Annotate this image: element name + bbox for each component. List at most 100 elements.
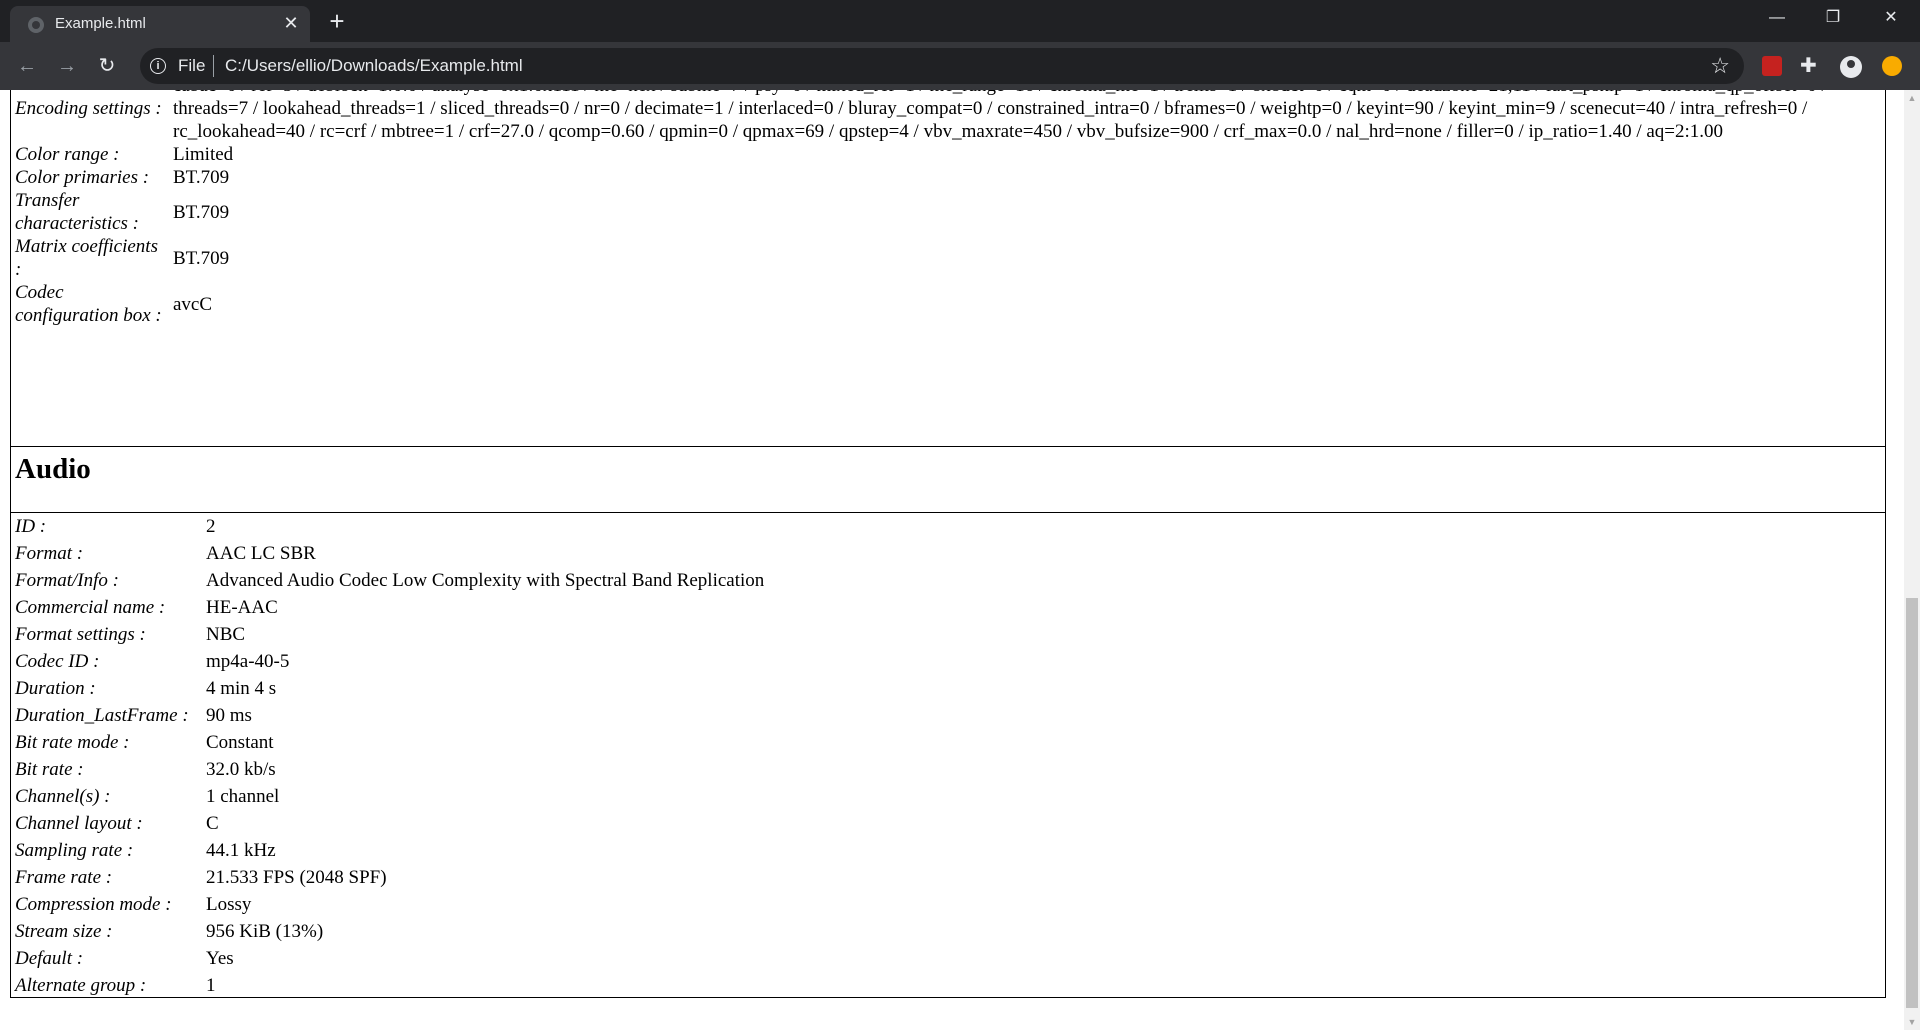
field-label: Duration_LastFrame : [15, 705, 189, 726]
field-label: Frame rate : [15, 867, 113, 888]
vertical-scrollbar[interactable]: ▲ ▼ [1904, 90, 1920, 1030]
audio-info-row: ID : 2 [12, 513, 767, 540]
field-label: Commercial name : [15, 597, 166, 618]
audio-section: Audio ID : 2 Format : AAC LC SBR Format/Info… [10, 446, 1886, 998]
field-value: Advanced Audio Codec Low Complexity with… [206, 570, 765, 591]
field-value: HE-AAC [206, 597, 278, 618]
audio-info-row: Alternate group : 1 [12, 972, 767, 999]
field-label: Matrix coefficients : [15, 236, 158, 280]
field-value: C [206, 813, 219, 834]
field-label: Channel(s) : [15, 786, 111, 807]
field-label: Color primaries : [15, 167, 150, 188]
video-info-row: Codec configuration box : avcC [12, 281, 1885, 327]
url-separator [213, 55, 214, 77]
audio-info-row: Bit rate : 32.0 kb/s [12, 756, 767, 783]
field-label: Bit rate mode : [15, 732, 130, 753]
browser-toolbar: ← → ↻ i File C:/Users/ellio/Downloads/Ex… [0, 42, 1920, 90]
audio-info-row: Channel(s) : 1 channel [12, 783, 767, 810]
tab-close-icon[interactable]: ✕ [280, 12, 302, 34]
video-info-row: Encoding settings : cabac=0 / ref=5 / deb… [12, 90, 1885, 143]
forward-button[interactable]: → [53, 52, 81, 80]
field-value: BT.709 [173, 167, 230, 188]
audio-info-row: Format/Info : Advanced Audio Codec Low Co… [12, 567, 767, 594]
field-label: ID : [15, 516, 47, 537]
field-value: NBC [206, 624, 246, 645]
field-value: 21.533 FPS (2048 SPF) [206, 867, 387, 888]
field-label: Compression mode : [15, 894, 172, 915]
video-info-table: Writing library :x264 core 148Encoding s… [12, 90, 1885, 327]
back-button[interactable]: ← [13, 52, 41, 80]
url-text[interactable]: C:/Users/ellio/Downloads/Example.html [225, 56, 523, 76]
audio-info-row: Default : Yes [12, 945, 767, 972]
puzzle-icon[interactable]: ✚ [1800, 56, 1820, 76]
field-label: Default : [15, 948, 84, 969]
field-label: Format : [15, 543, 84, 564]
field-value: 4 min 4 s [206, 678, 277, 699]
tab-strip: Example.html ✕ + — ❐ ✕ [0, 0, 1920, 42]
field-label: Transfer characteristics : [15, 190, 140, 234]
field-label: Color range : [15, 144, 120, 165]
audio-info-row: Format : AAC LC SBR [12, 540, 767, 567]
field-value: Limited [173, 144, 234, 165]
window-close-button[interactable]: ✕ [1868, 0, 1914, 36]
field-label: Codec ID : [15, 651, 100, 672]
audio-info-row: Duration : 4 min 4 s [12, 675, 767, 702]
url-scheme-label: File [178, 56, 206, 75]
video-info-row: Color range : Limited [12, 143, 1885, 166]
video-info-row: Color primaries : BT.709 [12, 166, 1885, 189]
audio-info-row: Stream size : 956 KiB (13%) [12, 918, 767, 945]
field-label: Format/Info : [15, 570, 119, 591]
scroll-down-icon[interactable]: ▼ [1904, 1014, 1920, 1030]
audio-info-row: Compression mode : Lossy [12, 891, 767, 918]
field-label: Channel layout : [15, 813, 143, 834]
profile-icon[interactable] [1840, 56, 1862, 78]
field-value: 1 channel [206, 786, 280, 807]
tab-example-html[interactable]: Example.html ✕ [10, 6, 310, 42]
field-value: 956 KiB (13%) [206, 921, 324, 942]
audio-info-row: Channel layout : C [12, 810, 767, 837]
field-label: Bit rate : [15, 759, 84, 780]
page-viewport: Writing library :x264 core 148Encoding s… [0, 90, 1904, 1030]
star-icon[interactable]: ☆ [1710, 53, 1730, 79]
field-value: avcC [173, 293, 213, 315]
scroll-up-icon[interactable]: ▲ [1904, 90, 1920, 106]
field-value: Yes [206, 948, 234, 969]
new-tab-button[interactable]: + [322, 6, 352, 36]
audio-info-table: ID : 2 Format : AAC LC SBR Format/Info : Adva… [12, 513, 767, 999]
reload-button[interactable]: ↻ [93, 52, 121, 80]
video-info-row: Transfer characteristics : BT.709 [12, 189, 1885, 235]
audio-info-row: Format settings : NBC [12, 621, 767, 648]
tab-title: Example.html [55, 15, 146, 32]
field-label: Sampling rate : [15, 840, 134, 861]
field-label: Duration : [15, 678, 96, 699]
field-value: AAC LC SBR [206, 543, 316, 564]
field-value: 2 [206, 516, 216, 537]
field-value: 44.1 kHz [206, 840, 276, 861]
video-info-row: Matrix coefficients : BT.709 [12, 235, 1885, 281]
field-value: Lossy [206, 894, 252, 915]
field-label: Codec configuration box : [15, 282, 162, 326]
minimize-button[interactable]: — [1754, 0, 1800, 36]
field-value: cabac=0 / ref=5 / deblock=1:0:0 / analys… [173, 90, 1827, 142]
field-value: BT.709 [173, 247, 230, 269]
audio-info-row: Bit rate mode : Constant [12, 729, 767, 756]
globe-icon [28, 17, 44, 33]
field-label: Format settings : [15, 624, 146, 645]
audio-info-row: Codec ID : mp4a-40-5 [12, 648, 767, 675]
field-label: Stream size : [15, 921, 113, 942]
address-bar[interactable]: i File C:/Users/ellio/Downloads/Example.… [140, 48, 1744, 84]
scroll-thumb[interactable] [1906, 598, 1918, 1008]
field-value: mp4a-40-5 [206, 651, 290, 672]
field-value: 32.0 kb/s [206, 759, 276, 780]
audio-heading: Audio [15, 453, 91, 485]
restore-button[interactable]: ❐ [1810, 0, 1856, 36]
field-value: 90 ms [206, 705, 252, 726]
field-label: Encoding settings : [15, 98, 162, 119]
extension-coin-icon[interactable] [1882, 56, 1902, 76]
field-value: 1 [206, 975, 216, 996]
audio-info-row: Commercial name : HE-AAC [12, 594, 767, 621]
field-label: Alternate group : [15, 975, 147, 996]
field-value: BT.709 [173, 201, 230, 223]
info-icon[interactable]: i [150, 58, 166, 74]
extension-icon[interactable] [1762, 56, 1782, 76]
